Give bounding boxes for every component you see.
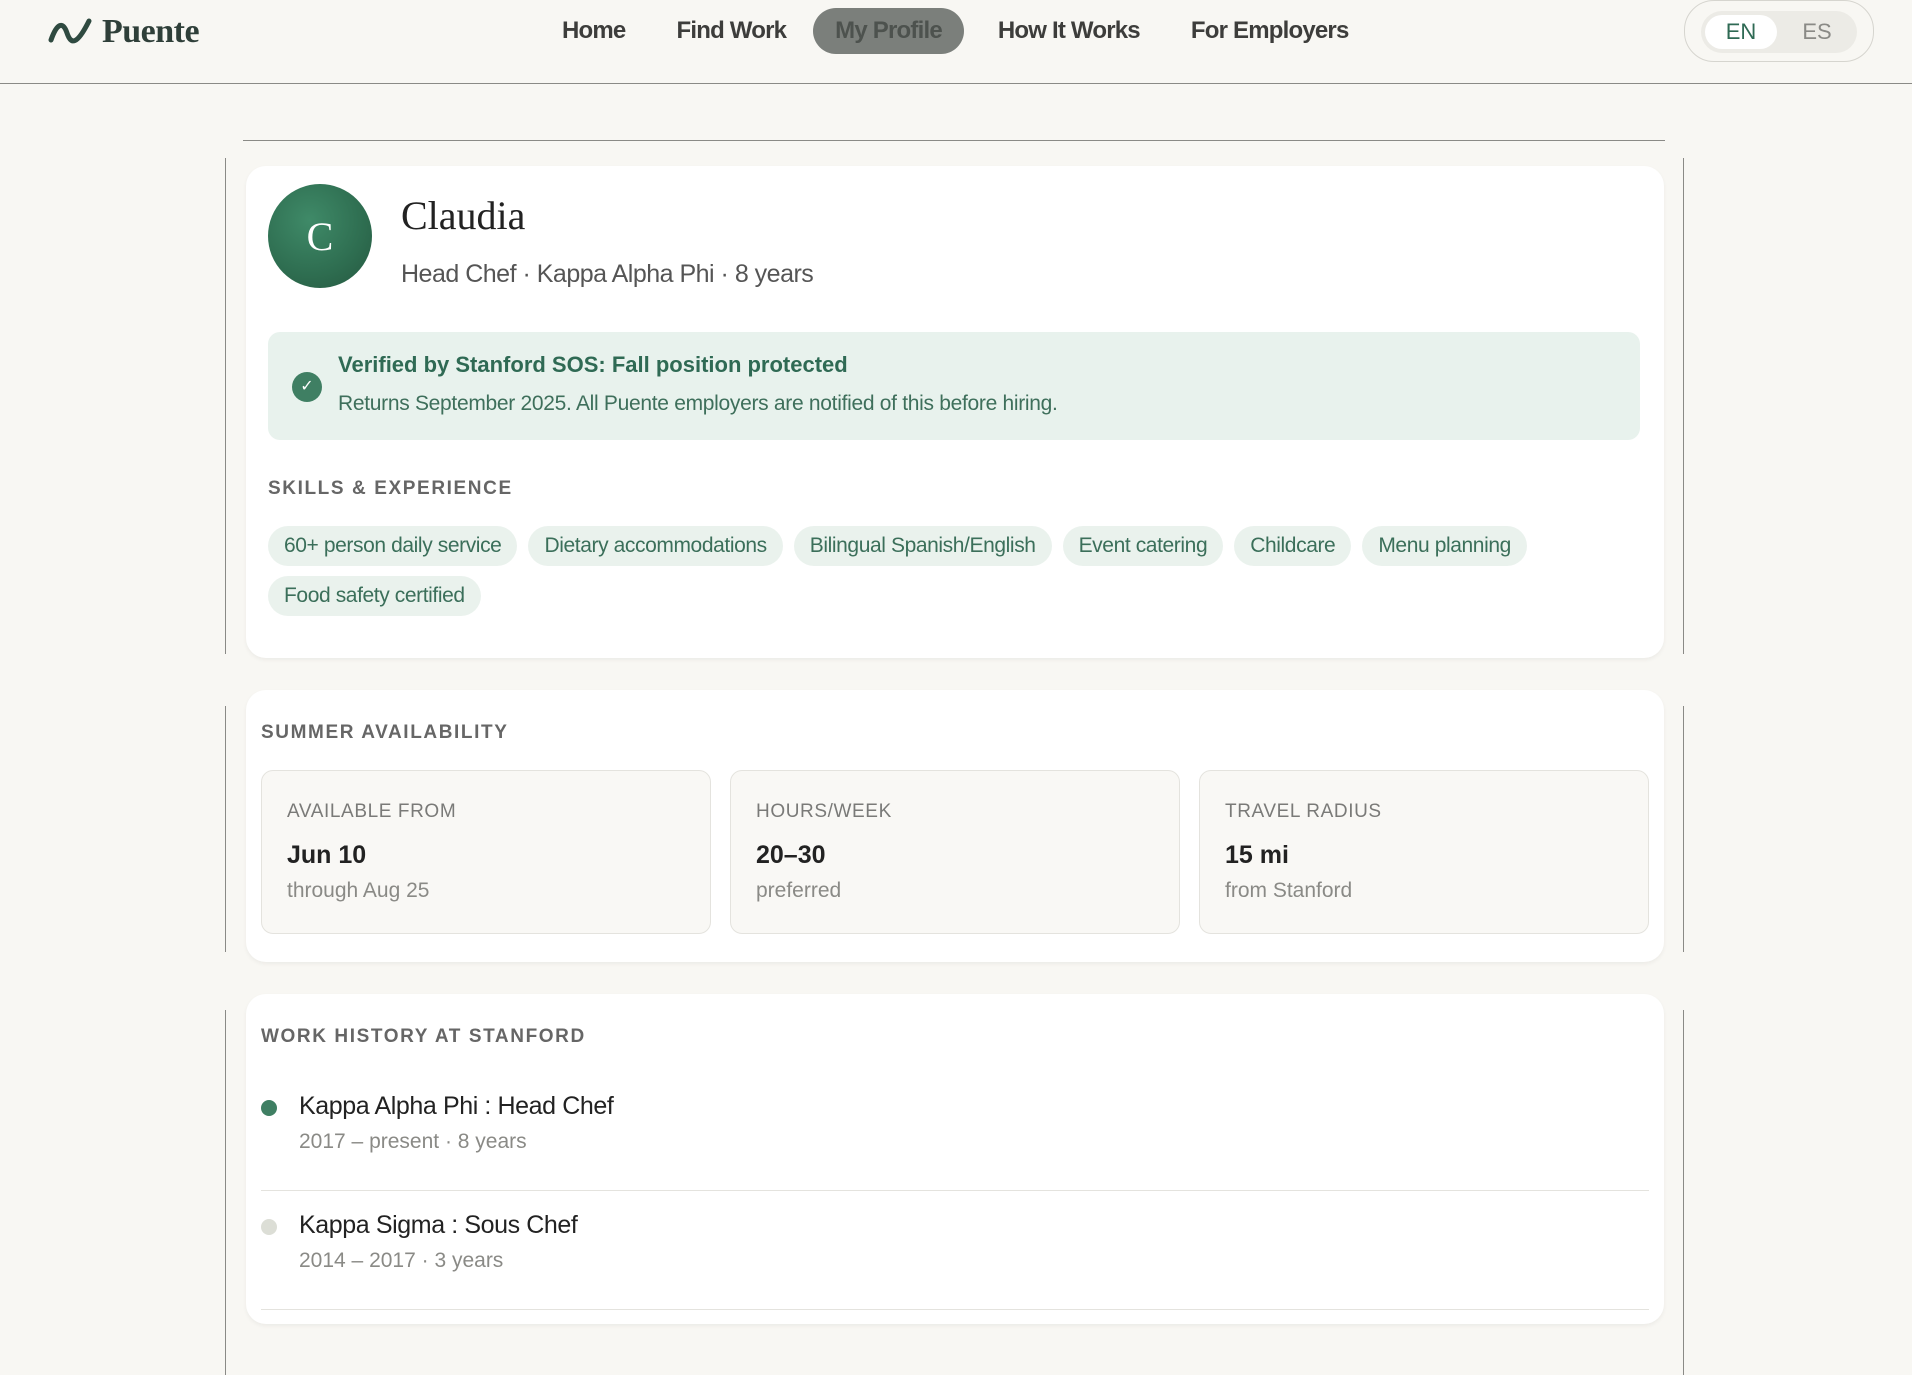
skill-chip: Bilingual Spanish/English (793, 526, 1052, 566)
avail-sub: preferred (756, 879, 842, 902)
work-title: Kappa Alpha Phi : Head Chef (299, 1092, 614, 1120)
available-from-box: AVAILABLE FROM Jun 10 through Aug 25 (261, 770, 711, 934)
avatar: C (268, 184, 372, 288)
avail-label: AVAILABLE FROM (287, 801, 457, 822)
top-nav-bar: Puente Home Find Work My Profile How It … (0, 0, 1912, 84)
avail-label: HOURS/WEEK (756, 801, 892, 822)
nav-home[interactable]: Home (548, 8, 639, 54)
avail-value: Jun 10 (287, 841, 367, 869)
skill-chip: 60+ person daily service (268, 526, 518, 566)
work-history-heading: WORK HISTORY AT STANFORD (261, 1026, 586, 1047)
profile-subtitle: Head Chef · Kappa Alpha Phi · 8 years (401, 260, 814, 288)
frame-left-line-2 (225, 706, 226, 952)
verification-description: Returns September 2025. All Puente emplo… (338, 392, 1058, 415)
frame-top-line (243, 140, 1665, 141)
skill-chip: Dietary accommodations (528, 526, 783, 566)
skill-chip: Event catering (1062, 526, 1224, 566)
lang-es-button[interactable]: ES (1781, 15, 1853, 49)
nav-how-it-works[interactable]: How It Works (984, 8, 1154, 54)
main-nav: Home Find Work My Profile How It Works F… (548, 8, 1386, 54)
verification-banner: ✓ Verified by Stanford SOS: Fall positio… (268, 332, 1640, 440)
avail-sub: through Aug 25 (287, 879, 430, 902)
frame-left-line-3 (225, 1010, 226, 1375)
skill-chip: Menu planning (1362, 526, 1527, 566)
lang-en-button[interactable]: EN (1705, 15, 1777, 49)
logo[interactable]: Puente (48, 12, 200, 52)
availability-card: SUMMER AVAILABILITY AVAILABLE FROM Jun 1… (246, 690, 1664, 962)
profile-card: C Claudia Head Chef · Kappa Alpha Phi · … (246, 166, 1664, 658)
frame-right-line-2 (1683, 706, 1684, 952)
frame-left-line-1 (225, 158, 226, 654)
check-circle-icon: ✓ (292, 372, 322, 402)
frame-right-line-3 (1683, 1010, 1684, 1375)
work-history-item: Kappa Sigma : Sous Chef 2014 – 2017 · 3 … (261, 1191, 1649, 1310)
frame-right-line-1 (1683, 158, 1684, 654)
wave-logo-icon (48, 18, 92, 44)
skills-heading: SKILLS & EXPERIENCE (268, 478, 513, 499)
avail-value: 15 mi (1225, 841, 1289, 869)
hours-week-box: HOURS/WEEK 20–30 preferred (730, 770, 1180, 934)
work-history-card: WORK HISTORY AT STANFORD Kappa Alpha Phi… (246, 994, 1664, 1324)
language-toggle: EN ES (1684, 0, 1874, 62)
availability-heading: SUMMER AVAILABILITY (261, 722, 509, 743)
skill-chip: Food safety certified (268, 576, 481, 616)
nav-my-profile[interactable]: My Profile (813, 8, 964, 54)
skills-list: 60+ person daily service Dietary accommo… (268, 526, 1648, 626)
work-history-item: Kappa Alpha Phi : Head Chef 2017 – prese… (261, 1072, 1649, 1191)
work-title: Kappa Sigma : Sous Chef (299, 1211, 578, 1239)
work-meta: 2014 – 2017 · 3 years (299, 1249, 504, 1272)
work-meta: 2017 – present · 8 years (299, 1130, 527, 1153)
language-pill: EN ES (1701, 11, 1857, 53)
logo-text: Puente (102, 13, 200, 50)
nav-for-employers[interactable]: For Employers (1177, 8, 1363, 54)
past-role-dot-icon (261, 1219, 277, 1235)
avail-label: TRAVEL RADIUS (1225, 801, 1382, 822)
current-role-dot-icon (261, 1100, 277, 1116)
profile-name: Claudia (401, 193, 526, 238)
travel-radius-box: TRAVEL RADIUS 15 mi from Stanford (1199, 770, 1649, 934)
availability-row: AVAILABLE FROM Jun 10 through Aug 25 HOU… (261, 770, 1649, 934)
avail-sub: from Stanford (1225, 879, 1353, 902)
nav-find-work[interactable]: Find Work (662, 8, 800, 54)
avail-value: 20–30 (756, 841, 826, 869)
skill-chip: Childcare (1234, 526, 1352, 566)
verification-title: Verified by Stanford SOS: Fall position … (338, 352, 848, 377)
